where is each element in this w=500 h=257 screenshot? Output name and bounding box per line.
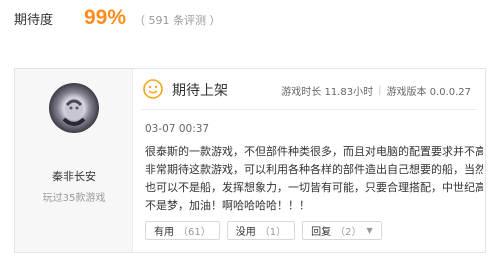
reviewer-name[interactable]: 秦非长安 <box>15 168 133 184</box>
review-body: 期待上架 游戏时长 11.83小时 | 游戏版本 0.0.0.27 03-07 … <box>133 69 485 252</box>
review-meta: 游戏时长 11.83小时 | 游戏版本 0.0.0.27 <box>281 83 471 98</box>
rating-summary: 期待度 99% （ 591 条评测 ） <box>14 6 221 36</box>
rating-label: 期待度 <box>14 13 54 28</box>
review-status: 期待上架 <box>172 83 228 99</box>
review-text-line: 很泰斯的一款游戏，不但部件种类很多，而且对电脑的配置要求并不高， <box>145 145 483 158</box>
review-text-line: 也可以不是船，发挥想象力，一切皆有可能，只要合理搭配，中世纪高达 <box>145 181 483 194</box>
useful-button[interactable]: 有用 （61） <box>145 221 220 240</box>
review-text-line: 不是梦，加油！啊哈哈哈哈！！！ <box>145 199 310 212</box>
review-count: （ 591 条评测 ） <box>134 14 221 27</box>
review-actions: 有用 （61） 没用 （1） 回复 （2） ▼ <box>145 221 389 240</box>
review-text-line: 非常期待这款游戏，可以利用各种各样的部件造出自己想要的船，当然 <box>145 163 483 176</box>
chevron-down-icon: ▼ <box>366 226 373 235</box>
game-version: 游戏版本 0.0.0.27 <box>386 87 471 98</box>
useful-count: （61） <box>178 227 211 238</box>
smiley-icon <box>143 79 163 99</box>
reviewer-games-played: 玩过35款游戏 <box>42 193 106 204</box>
rating-value: 99% <box>84 6 127 29</box>
avatar-image-icon <box>62 98 86 126</box>
avatar[interactable] <box>49 83 99 133</box>
useless-label: 没用 <box>235 227 256 238</box>
reply-count: （2） <box>335 227 362 238</box>
review-date: 03-07 00:37 <box>145 123 210 135</box>
reply-label: 回复 <box>311 227 332 238</box>
review-text: 很泰斯的一款游戏，不但部件种类很多，而且对电脑的配置要求并不高， 非常期待这款游… <box>145 143 483 215</box>
useful-label: 有用 <box>154 227 174 238</box>
meta-separator: | <box>378 85 382 96</box>
review-card: 秦非长安 玩过35款游戏 期待上架 游戏时长 11.83小时 | 游戏版本 0.… <box>14 68 486 253</box>
reply-button[interactable]: 回复 （2） ▼ <box>302 221 382 240</box>
divider <box>141 109 477 110</box>
playtime: 游戏时长 11.83小时 <box>281 87 374 98</box>
useless-button[interactable]: 没用 （1） <box>226 221 296 240</box>
useless-count: （1） <box>259 227 287 238</box>
reviewer-panel: 秦非长安 玩过35款游戏 <box>15 69 133 252</box>
